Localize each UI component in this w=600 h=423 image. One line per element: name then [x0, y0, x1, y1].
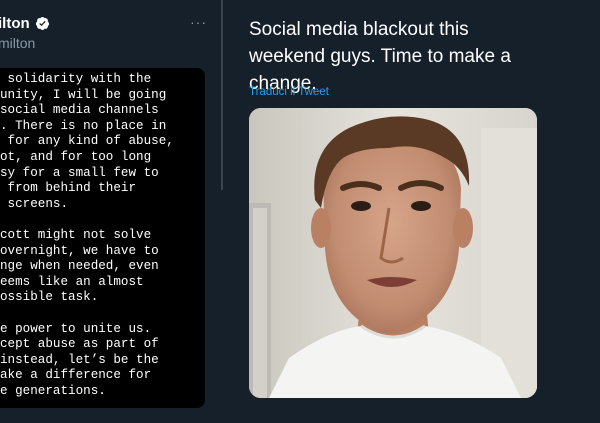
right-tweet-column: Social media blackout this weekend guys.…: [223, 0, 600, 423]
video-thumbnail[interactable]: [249, 108, 537, 398]
author-handle[interactable]: milton: [0, 35, 35, 51]
translate-tweet-link[interactable]: Traduci il Tweet: [249, 86, 329, 98]
person-face-illustration: [249, 108, 537, 398]
tweet-text: Social media blackout this weekend guys.…: [249, 19, 511, 94]
left-tweet-column: ilton milton ··· solidarity with the uni…: [0, 0, 222, 423]
verified-badge-icon: [35, 16, 49, 30]
notes-screenshot-image[interactable]: solidarity with the unity, I will be goi…: [0, 68, 205, 408]
more-horizontal-icon[interactable]: ···: [190, 14, 207, 30]
author-row: ilton: [0, 12, 50, 34]
author-name[interactable]: ilton: [0, 15, 30, 32]
notes-text: solidarity with the unity, I will be goi…: [0, 72, 174, 398]
